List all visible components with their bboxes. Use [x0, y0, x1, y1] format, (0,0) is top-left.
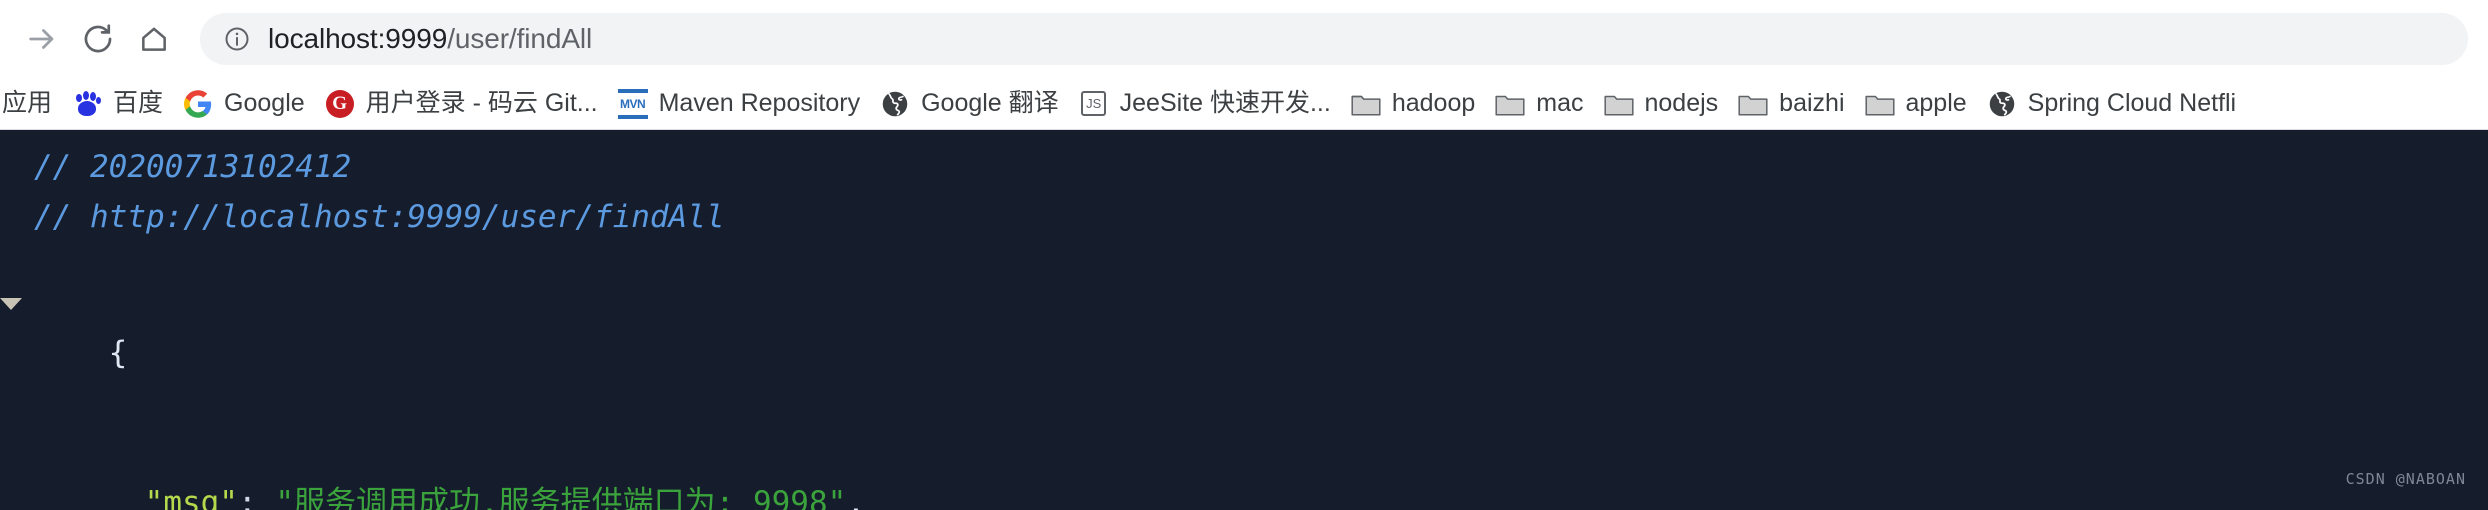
- bookmark-label: Google: [224, 89, 305, 117]
- json-response-viewer: // 20200713102412 // http://localhost:99…: [0, 130, 2488, 510]
- home-button[interactable]: [126, 11, 182, 67]
- maven-mvn-icon: MVN: [617, 88, 648, 119]
- globe-icon: [1987, 89, 2017, 119]
- json-colon: :: [237, 485, 257, 510]
- bookmark-maven-repository[interactable]: MVN Maven Repository: [608, 84, 870, 124]
- bookmark-google[interactable]: Google: [173, 84, 315, 124]
- bookmark-label: apple: [1905, 89, 1967, 117]
- folder-icon: [1351, 89, 1381, 119]
- bookmarks-bar: 应用 百度 Google G 用户登录 - 码云 Git... MVN Mave…: [0, 78, 2488, 130]
- collapse-triangle-icon[interactable]: [0, 298, 22, 310]
- watermark: CSDN @NABOAN: [2345, 470, 2466, 488]
- gitee-icon: G: [325, 89, 355, 119]
- bookmark-spring-cloud-netflix[interactable]: Spring Cloud Netfli: [1977, 84, 2246, 124]
- json-blank-line: [0, 242, 2488, 278]
- folder-icon: [1738, 89, 1768, 119]
- json-comma: ,: [846, 485, 865, 510]
- bookmark-folder-hadoop[interactable]: hadoop: [1341, 84, 1485, 124]
- address-bar-text: localhost:9999/user/findAll: [268, 23, 592, 55]
- bookmark-label: Spring Cloud Netfli: [2027, 89, 2237, 117]
- bookmark-jeesite[interactable]: JS JeeSite 快速开发...: [1069, 84, 1341, 124]
- google-g-icon: [183, 89, 213, 119]
- json-comment-timestamp: // 20200713102412: [34, 149, 352, 185]
- globe-icon: [880, 89, 910, 119]
- bookmark-baidu[interactable]: 百度: [62, 84, 173, 124]
- bookmark-label: mac: [1536, 89, 1584, 117]
- bookmark-folder-baizhi[interactable]: baizhi: [1728, 84, 1854, 124]
- bookmark-label: 百度: [113, 89, 164, 117]
- bookmark-label: Maven Repository: [658, 89, 861, 117]
- bookmark-label: nodejs: [1644, 89, 1719, 117]
- bookmark-label: 用户登录 - 码云 Git...: [365, 89, 598, 117]
- browser-toolbar: localhost:9999/user/findAll: [0, 0, 2488, 78]
- bookmark-label: JeeSite 快速开发...: [1119, 89, 1331, 117]
- bookmark-folder-mac[interactable]: mac: [1485, 84, 1593, 124]
- bookmark-label: baizhi: [1779, 89, 1845, 117]
- bookmark-label: hadoop: [1391, 89, 1476, 117]
- baidu-paw-icon: [72, 89, 102, 119]
- folder-icon: [1603, 89, 1634, 119]
- bookmark-label: Google 翻译: [921, 89, 1059, 117]
- folder-icon: [1864, 89, 1895, 119]
- js-box-icon: JS: [1079, 89, 1109, 119]
- address-bar-path: /user/findAll: [447, 23, 593, 54]
- bookmark-gitee[interactable]: G 用户登录 - 码云 Git...: [315, 84, 608, 124]
- bookmark-google-translate[interactable]: Google 翻译: [870, 84, 1069, 124]
- forward-arrow-icon: [25, 22, 59, 56]
- bookmark-apps[interactable]: 应用: [0, 84, 62, 124]
- json-entry-msg: "msg": "服务调用成功,服务提供端口为: 9998",: [0, 428, 2488, 510]
- address-bar[interactable]: localhost:9999/user/findAll: [200, 13, 2468, 65]
- browser-chrome: localhost:9999/user/findAll 应用 百度 Google…: [0, 0, 2488, 130]
- json-key: "msg": [144, 485, 238, 510]
- json-value-string: "服务调用成功,服务提供端口为: 9998": [275, 485, 847, 510]
- bookmark-folder-nodejs[interactable]: nodejs: [1594, 84, 1729, 124]
- json-root-open: {: [0, 278, 2488, 428]
- home-icon: [138, 23, 170, 55]
- address-bar-host: localhost:9999: [268, 23, 448, 54]
- reload-icon: [81, 22, 115, 56]
- bookmark-folder-apple[interactable]: apple: [1855, 84, 1977, 124]
- reload-button[interactable]: [70, 11, 126, 67]
- json-open-brace: {: [108, 335, 128, 371]
- site-info-icon[interactable]: [222, 24, 252, 54]
- forward-button[interactable]: [14, 11, 70, 67]
- bookmark-label: 应用: [2, 89, 53, 117]
- folder-icon: [1495, 89, 1525, 119]
- json-comment-url: // http://localhost:9999/user/findAll: [34, 199, 725, 235]
